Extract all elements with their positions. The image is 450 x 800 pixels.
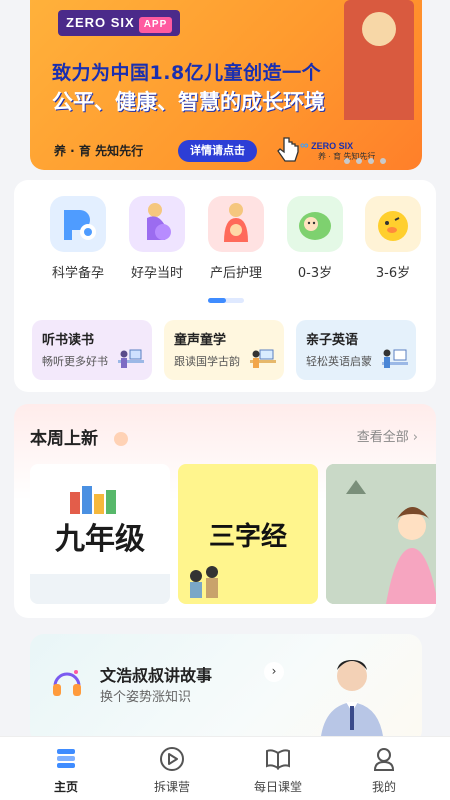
feature-classics[interactable]: 童声童学 跟读国学古韵 (164, 320, 284, 380)
new-this-week-section: 本周上新 查看全部 › 九年级 三字经 (14, 404, 436, 618)
reading-illustration-icon (118, 349, 144, 368)
book-icon (266, 749, 290, 770)
banner-slogan: 养 · 育 先知先行 (54, 144, 144, 158)
chevron-right-icon[interactable]: › (264, 662, 284, 682)
feature-english[interactable]: 亲子英语 轻松英语启蒙 (296, 320, 416, 380)
duck-icon (365, 196, 421, 252)
home-icon (57, 749, 75, 768)
princess-illustration-icon (326, 464, 436, 604)
scholar-illustration-icon (190, 566, 218, 598)
category-list: 科学备孕 好孕当时 产后护理 0-3岁 3-6岁 (14, 196, 436, 296)
category-label: 好孕当时 (130, 266, 183, 281)
presenter-avatar (320, 660, 384, 744)
banner-details-button[interactable]: 详情请点击 (178, 140, 257, 162)
bottom-navigation: 主页 拆课营 每日课堂 我的 (0, 736, 450, 800)
category-label: 3-6岁 (375, 266, 411, 281)
banner-headline: 致力为中国1.8亿儿童创造一个 (52, 62, 322, 84)
category-0-3[interactable]: 0-3岁 (279, 196, 351, 281)
section-title: 本周上新 (30, 429, 98, 449)
see-all-link[interactable]: 查看全部 › (357, 426, 418, 445)
cover-carousel[interactable]: 九年级 三字经 (30, 464, 436, 604)
story-title: 文浩叔叔讲故事 (100, 666, 213, 685)
feature-audiobooks[interactable]: 听书读书 畅听更多好书 (32, 320, 152, 380)
category-label: 0-3岁 (297, 266, 333, 281)
play-icon (160, 747, 184, 771)
category-3-6[interactable]: 3-6岁 (357, 196, 429, 281)
tab-home[interactable]: 主页 (26, 745, 106, 795)
banner-illustration (344, 0, 414, 120)
category-pregnancy[interactable]: 好孕当时 (121, 196, 193, 281)
promo-banner[interactable]: ZERO SIX APP 致力为中国1.8亿儿童创造一个 公平、健康、智慧的成长环… (30, 0, 422, 170)
science-prep-icon (50, 196, 106, 252)
tab-label: 主页 (53, 780, 78, 794)
category-page-indicator (208, 298, 244, 303)
category-science-prep[interactable]: 科学备孕 (42, 196, 114, 281)
tab-profile[interactable]: 我的 (344, 745, 424, 795)
tab-label: 每日课堂 (253, 780, 302, 794)
story-subtitle: 换个姿势涨知识 (100, 690, 192, 705)
course-cover-sanzijing[interactable]: 三字经 (178, 464, 318, 604)
category-card: 科学备孕 好孕当时 产后护理 0-3岁 3-6岁 听书读书 畅听更多好书 童声童… (14, 180, 436, 392)
pointer-hand-icon (277, 137, 299, 162)
pregnant-icon (129, 196, 185, 252)
banner-subheadline: 公平、健康、智慧的成长环境 (52, 90, 325, 114)
banner-pagination (344, 158, 386, 164)
course-cover-fairytale[interactable] (326, 464, 436, 604)
headphones-icon (53, 670, 81, 696)
baby-icon (287, 196, 343, 252)
brand-logo: ZERO SIX APP (58, 10, 181, 36)
chevron-right-icon: › (412, 430, 418, 445)
study-illustration-icon (250, 349, 276, 368)
category-label: 产后护理 (209, 266, 262, 281)
postpartum-icon (208, 196, 264, 252)
category-label: 科学备孕 (51, 266, 104, 281)
parent-child-illustration-icon (382, 349, 408, 368)
profile-icon (373, 748, 395, 771)
story-card[interactable]: 文浩叔叔讲故事 › 换个姿势涨知识 (30, 634, 422, 744)
title-decoration (114, 432, 128, 446)
tab-label: 我的 (371, 780, 396, 794)
tab-course-camp[interactable]: 拆课营 (132, 745, 212, 795)
course-cover-grade9[interactable]: 九年级 (30, 464, 170, 604)
tab-label: 拆课营 (153, 780, 190, 794)
cover-title: 九年级 (55, 522, 145, 557)
tab-daily-class[interactable]: 每日课堂 (238, 745, 318, 795)
category-postpartum[interactable]: 产后护理 (200, 196, 272, 281)
